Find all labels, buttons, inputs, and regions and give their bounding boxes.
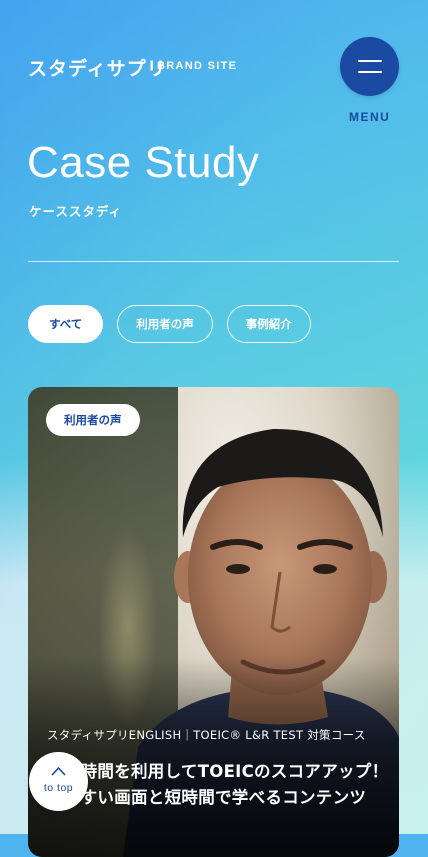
card-course-name: スタディサプリENGLISH｜TOEIC® L&R TEST 対策コース [47,728,366,742]
filter-case-examples[interactable]: 事例紹介 [226,305,311,343]
chevron-up-icon [51,766,66,776]
page-subtitle: ケーススタディ [29,204,123,219]
card-overlay [28,657,399,857]
filter-user-voice[interactable]: 利用者の声 [117,305,213,343]
hamburger-icon [358,60,382,62]
category-filters: すべて 利用者の声 事例紹介 [28,305,311,343]
filter-all[interactable]: すべて [28,305,104,343]
to-top-button[interactable]: to top [29,752,88,811]
divider [28,261,399,262]
menu-button[interactable] [340,37,399,96]
page-title: Case Study [27,138,260,187]
card-category-tag: 利用者の声 [46,404,140,436]
hamburger-icon-bar [358,71,382,73]
menu-label[interactable]: MENU [349,110,390,124]
card-title[interactable]: 隙間時間を利用してTOEICのスコアアップ！見やすい画面と短時間で学べるコンテン… [47,759,392,811]
site-logo[interactable]: スタディサプリ [28,54,167,81]
to-top-label: to top [43,782,74,794]
brand-site-label: BRAND SITE [157,60,238,72]
